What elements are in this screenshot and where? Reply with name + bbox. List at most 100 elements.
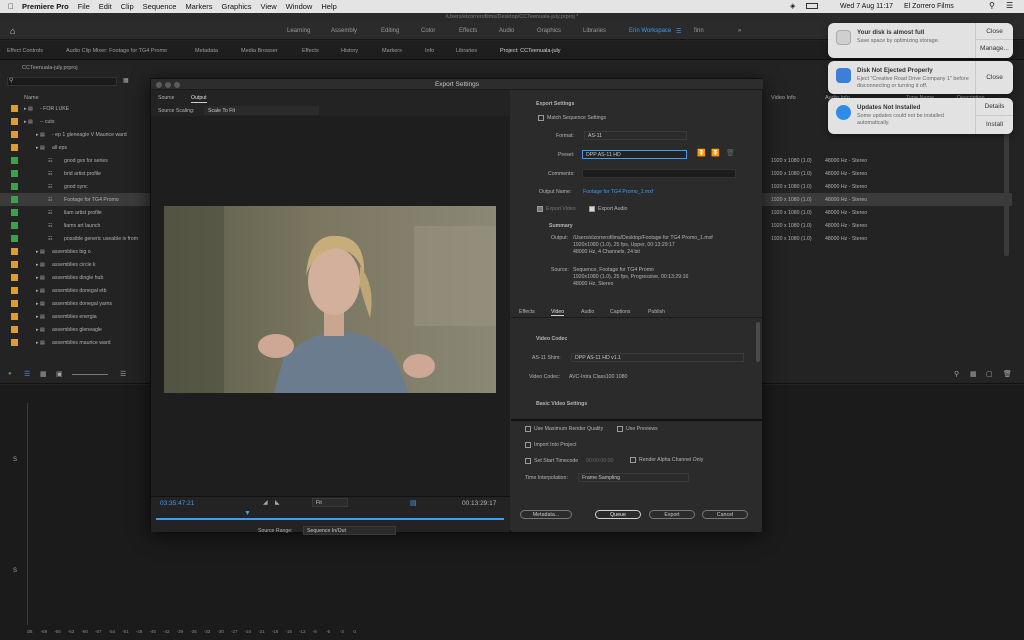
output-name-link[interactable]: Footage for TG4 Promo_1.mxf xyxy=(583,189,653,195)
export-button[interactable]: Export xyxy=(649,510,695,519)
folder-icon[interactable]: ▸ ▤ xyxy=(36,249,45,255)
label-color-swatch[interactable] xyxy=(11,131,18,138)
subtab-captions[interactable]: Captions xyxy=(610,309,630,315)
user-name[interactable]: El Zorrero Films xyxy=(904,3,954,10)
start-timecode-checkbox[interactable] xyxy=(525,458,531,464)
new-item-icon[interactable]: ▢ xyxy=(986,370,993,378)
column-name-header[interactable]: Name xyxy=(24,95,39,101)
label-color-swatch[interactable] xyxy=(11,235,18,242)
wifi-icon[interactable]: ◈ xyxy=(790,2,795,10)
label-color-swatch[interactable] xyxy=(11,209,18,216)
subtab-video[interactable]: Video xyxy=(551,309,565,316)
folder-icon[interactable]: ▸ ▤ xyxy=(36,262,45,268)
label-color-swatch[interactable] xyxy=(11,287,18,294)
import-preset-icon[interactable]: ⏬ xyxy=(711,149,720,157)
menu-markers[interactable]: Markers xyxy=(185,2,212,11)
sequence-icon[interactable]: ☷ xyxy=(48,184,53,190)
save-preset-icon[interactable]: ⏬ xyxy=(697,149,706,157)
export-audio-checkbox[interactable] xyxy=(589,206,595,212)
apple-icon[interactable]:  xyxy=(8,2,14,11)
label-color-swatch[interactable] xyxy=(11,144,18,151)
subtab-publish[interactable]: Publish xyxy=(648,309,665,315)
install-button[interactable]: Install xyxy=(975,116,1013,134)
set-in-point-icon[interactable]: ◢ xyxy=(263,499,268,506)
freeform-view-icon[interactable]: ▣ xyxy=(56,370,63,378)
tab-info[interactable]: Info xyxy=(425,48,434,54)
basic-video-header[interactable]: Basic Video Settings xyxy=(536,401,587,407)
sequence-icon[interactable]: ☷ xyxy=(48,236,53,242)
label-color-swatch[interactable] xyxy=(11,300,18,307)
playhead-icon[interactable]: ▼ xyxy=(244,510,251,517)
folder-icon[interactable]: ▸ ▤ xyxy=(36,288,45,294)
sequence-icon[interactable]: ☷ xyxy=(48,197,53,203)
workspace-learning[interactable]: Learning xyxy=(287,28,310,34)
label-color-swatch[interactable] xyxy=(11,170,18,177)
folder-icon[interactable]: ▸ ▤ xyxy=(24,119,33,125)
max-render-quality-checkbox[interactable] xyxy=(525,426,531,432)
label-color-swatch[interactable] xyxy=(11,183,18,190)
label-color-swatch[interactable] xyxy=(11,261,18,268)
video-codec-header[interactable]: Video Codec xyxy=(536,336,567,342)
label-color-swatch[interactable] xyxy=(11,222,18,229)
more-workspaces-icon[interactable]: » xyxy=(738,28,741,34)
menu-edit[interactable]: Edit xyxy=(99,2,112,11)
subtab-effects[interactable]: Effects xyxy=(519,309,535,315)
label-color-swatch[interactable] xyxy=(11,105,18,112)
project-search-input[interactable] xyxy=(7,77,117,86)
tab-libraries[interactable]: Libraries xyxy=(456,48,477,54)
format-select[interactable]: AS-11 xyxy=(584,131,687,140)
queue-button[interactable]: Queue xyxy=(595,510,641,519)
sequence-icon[interactable]: ☷ xyxy=(48,158,53,164)
close-button[interactable]: Close xyxy=(975,23,1013,40)
workspace-graphics[interactable]: Graphics xyxy=(537,28,561,34)
label-color-swatch[interactable] xyxy=(11,248,18,255)
menu-help[interactable]: Help xyxy=(321,2,336,11)
tab-effect-controls[interactable]: Effect Controls xyxy=(7,48,43,54)
match-sequence-checkbox[interactable] xyxy=(538,115,544,121)
folder-icon[interactable]: ▸ ▤ xyxy=(36,132,45,138)
folder-icon[interactable]: ▸ ▤ xyxy=(24,106,33,112)
clock-text[interactable]: Wed 7 Aug 11:17 xyxy=(840,3,893,10)
comments-input[interactable] xyxy=(582,169,736,178)
label-color-swatch[interactable] xyxy=(11,196,18,203)
folder-icon[interactable]: ▸ ▤ xyxy=(36,275,45,281)
export-video-checkbox[interactable] xyxy=(537,206,543,212)
time-ruler[interactable] xyxy=(156,518,504,520)
time-interpolation-select[interactable]: Frame Sampling xyxy=(578,473,689,482)
notification-updates[interactable]: Updates Not Installed Some updates could… xyxy=(828,98,1013,134)
cancel-button[interactable]: Cancel xyxy=(702,510,748,519)
minimize-window-button[interactable] xyxy=(165,82,171,88)
summary-header[interactable]: Summary xyxy=(549,223,573,229)
set-out-point-icon[interactable]: ◣ xyxy=(275,499,280,506)
workspace-menu-icon[interactable]: ☰ xyxy=(676,28,681,35)
preset-select[interactable]: DPP AS-11 HD xyxy=(582,150,687,159)
label-color-swatch[interactable] xyxy=(11,326,18,333)
sequence-icon[interactable]: ☷ xyxy=(48,210,53,216)
tab-history[interactable]: History xyxy=(341,48,358,54)
list-view-icon[interactable]: ☰ xyxy=(24,370,30,378)
fit-select[interactable]: Fit xyxy=(312,498,348,507)
sequence-icon[interactable]: ☷ xyxy=(48,171,53,177)
workspace-effects[interactable]: Effects xyxy=(459,28,477,34)
lock-icon[interactable]: ● xyxy=(8,371,12,377)
start-timecode-value[interactable]: 00:00:00:00 xyxy=(586,458,613,464)
label-color-swatch[interactable] xyxy=(11,339,18,346)
label-color-swatch[interactable] xyxy=(11,274,18,281)
import-into-project-checkbox[interactable] xyxy=(525,442,531,448)
metadata-button[interactable]: Metadata... xyxy=(520,510,572,519)
folder-icon[interactable]: ▸ ▤ xyxy=(36,314,45,320)
menu-graphics[interactable]: Graphics xyxy=(222,2,252,11)
home-icon[interactable]: ⌂ xyxy=(10,26,15,36)
tab-effects[interactable]: Effects xyxy=(302,48,319,54)
zoom-slider[interactable] xyxy=(72,374,108,375)
tab-media-browser[interactable]: Media Browser xyxy=(241,48,278,54)
folder-icon[interactable]: ▸ ▤ xyxy=(36,327,45,333)
source-scaling-select[interactable]: Scale To Fit xyxy=(204,106,319,115)
tab-metadata[interactable]: Metadata xyxy=(195,48,218,54)
folder-icon[interactable]: ▸ ▤ xyxy=(36,340,45,346)
close-window-button[interactable] xyxy=(156,82,162,88)
source-range-select[interactable]: Sequence In/Out xyxy=(303,526,396,535)
workspace-audio[interactable]: Audio xyxy=(499,28,514,34)
column-video-info-header[interactable]: Video Info xyxy=(771,95,796,101)
shim-select[interactable]: DPP AS-11 HD v1.1 xyxy=(571,353,744,362)
